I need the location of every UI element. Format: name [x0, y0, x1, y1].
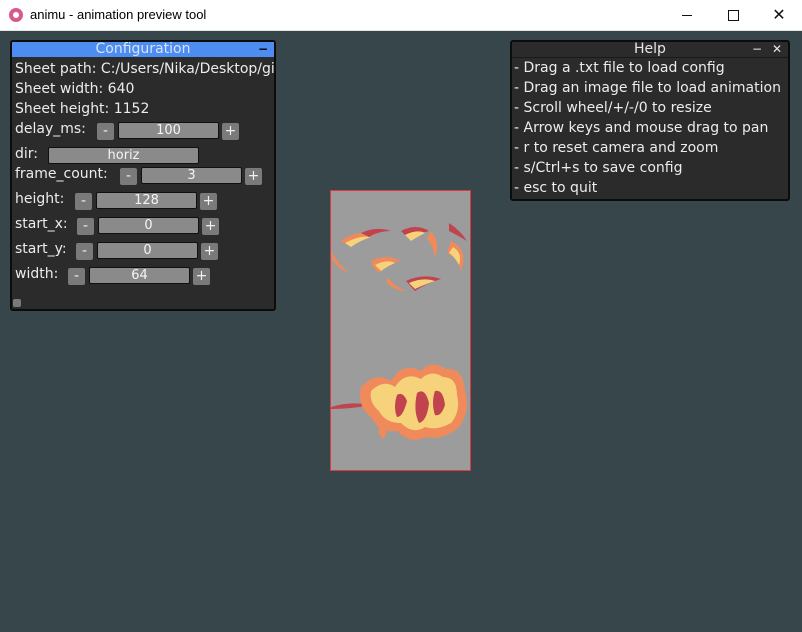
width-input[interactable]: 64: [89, 267, 190, 284]
help-panel[interactable]: Help − ✕ - Drag a .txt file to load conf…: [510, 40, 790, 201]
start-x-input[interactable]: 0: [98, 217, 199, 234]
flame-burst-sprite: [331, 364, 467, 440]
help-line: - Scroll wheel/+/-/0 to resize: [514, 100, 712, 116]
help-line: - s/Ctrl+s to save config: [514, 160, 683, 176]
help-panel-header[interactable]: Help − ✕: [512, 42, 788, 58]
start-x-label: start_x:: [15, 216, 68, 232]
help-line: - esc to quit: [514, 180, 598, 196]
height-label: height:: [15, 191, 65, 207]
close-help-button[interactable]: ✕: [772, 42, 782, 56]
height-input[interactable]: 128: [96, 192, 197, 209]
help-line: - Drag an image file to load animation: [514, 80, 781, 96]
start-y-decrement-button[interactable]: -: [76, 243, 93, 260]
sprite-frames-image: [331, 223, 467, 440]
frame-count-input[interactable]: 3: [141, 167, 242, 184]
heart-app-icon: [9, 8, 23, 22]
collapse-help-button[interactable]: −: [752, 42, 762, 56]
start-y-input[interactable]: 0: [97, 242, 198, 259]
sprite-sheet-preview[interactable]: [330, 190, 471, 471]
help-line: - Arrow keys and mouse drag to pan: [514, 120, 769, 136]
help-title: Help: [634, 41, 666, 57]
width-increment-button[interactable]: +: [193, 268, 210, 285]
maximize-icon: [727, 10, 739, 21]
frame-count-increment-button[interactable]: +: [245, 168, 262, 185]
start-y-increment-button[interactable]: +: [201, 243, 218, 260]
dir-label: dir:: [15, 146, 39, 162]
frame-count-label: frame_count:: [15, 166, 108, 182]
configuration-panel-header[interactable]: Configuration −: [12, 42, 274, 57]
start-x-decrement-button[interactable]: -: [77, 218, 94, 235]
close-window-button[interactable]: ✕: [756, 0, 802, 31]
height-increment-button[interactable]: +: [200, 193, 217, 210]
width-label: width:: [15, 266, 59, 282]
sheet-height-text: Sheet height: 1152: [15, 101, 150, 117]
configuration-panel[interactable]: Configuration − Sheet path: C:/Users/Nik…: [10, 40, 276, 311]
help-line: - Drag a .txt file to load config: [514, 60, 725, 76]
collapse-configuration-button[interactable]: −: [258, 42, 268, 56]
start-y-label: start_y:: [15, 241, 67, 257]
window-title: animu - animation preview tool: [30, 7, 207, 22]
sheet-width-text: Sheet width: 640: [15, 81, 135, 97]
frame-count-decrement-button[interactable]: -: [120, 168, 137, 185]
minimize-button[interactable]: [664, 0, 710, 31]
start-x-increment-button[interactable]: +: [202, 218, 219, 235]
minimize-icon: [682, 15, 692, 16]
delay-ms-decrement-button[interactable]: -: [97, 123, 114, 140]
delay-ms-label: delay_ms:: [15, 121, 86, 137]
configuration-title: Configuration: [95, 41, 191, 57]
height-decrement-button[interactable]: -: [75, 193, 92, 210]
flame-swirl-sprite: [331, 223, 467, 291]
delay-ms-input[interactable]: 100: [118, 122, 219, 139]
sheet-path-text: Sheet path: C:/Users/Nika/Desktop/gi: [15, 61, 274, 77]
configuration-body: Sheet path: C:/Users/Nika/Desktop/gi She…: [14, 59, 274, 309]
panel-resize-handle[interactable]: [13, 299, 21, 307]
maximize-button[interactable]: [710, 0, 756, 31]
delay-ms-increment-button[interactable]: +: [222, 123, 239, 140]
dir-input[interactable]: horiz: [48, 147, 199, 164]
width-decrement-button[interactable]: -: [68, 268, 85, 285]
help-line: - r to reset camera and zoom: [514, 140, 719, 156]
window-titlebar: animu - animation preview tool ✕: [0, 0, 802, 31]
